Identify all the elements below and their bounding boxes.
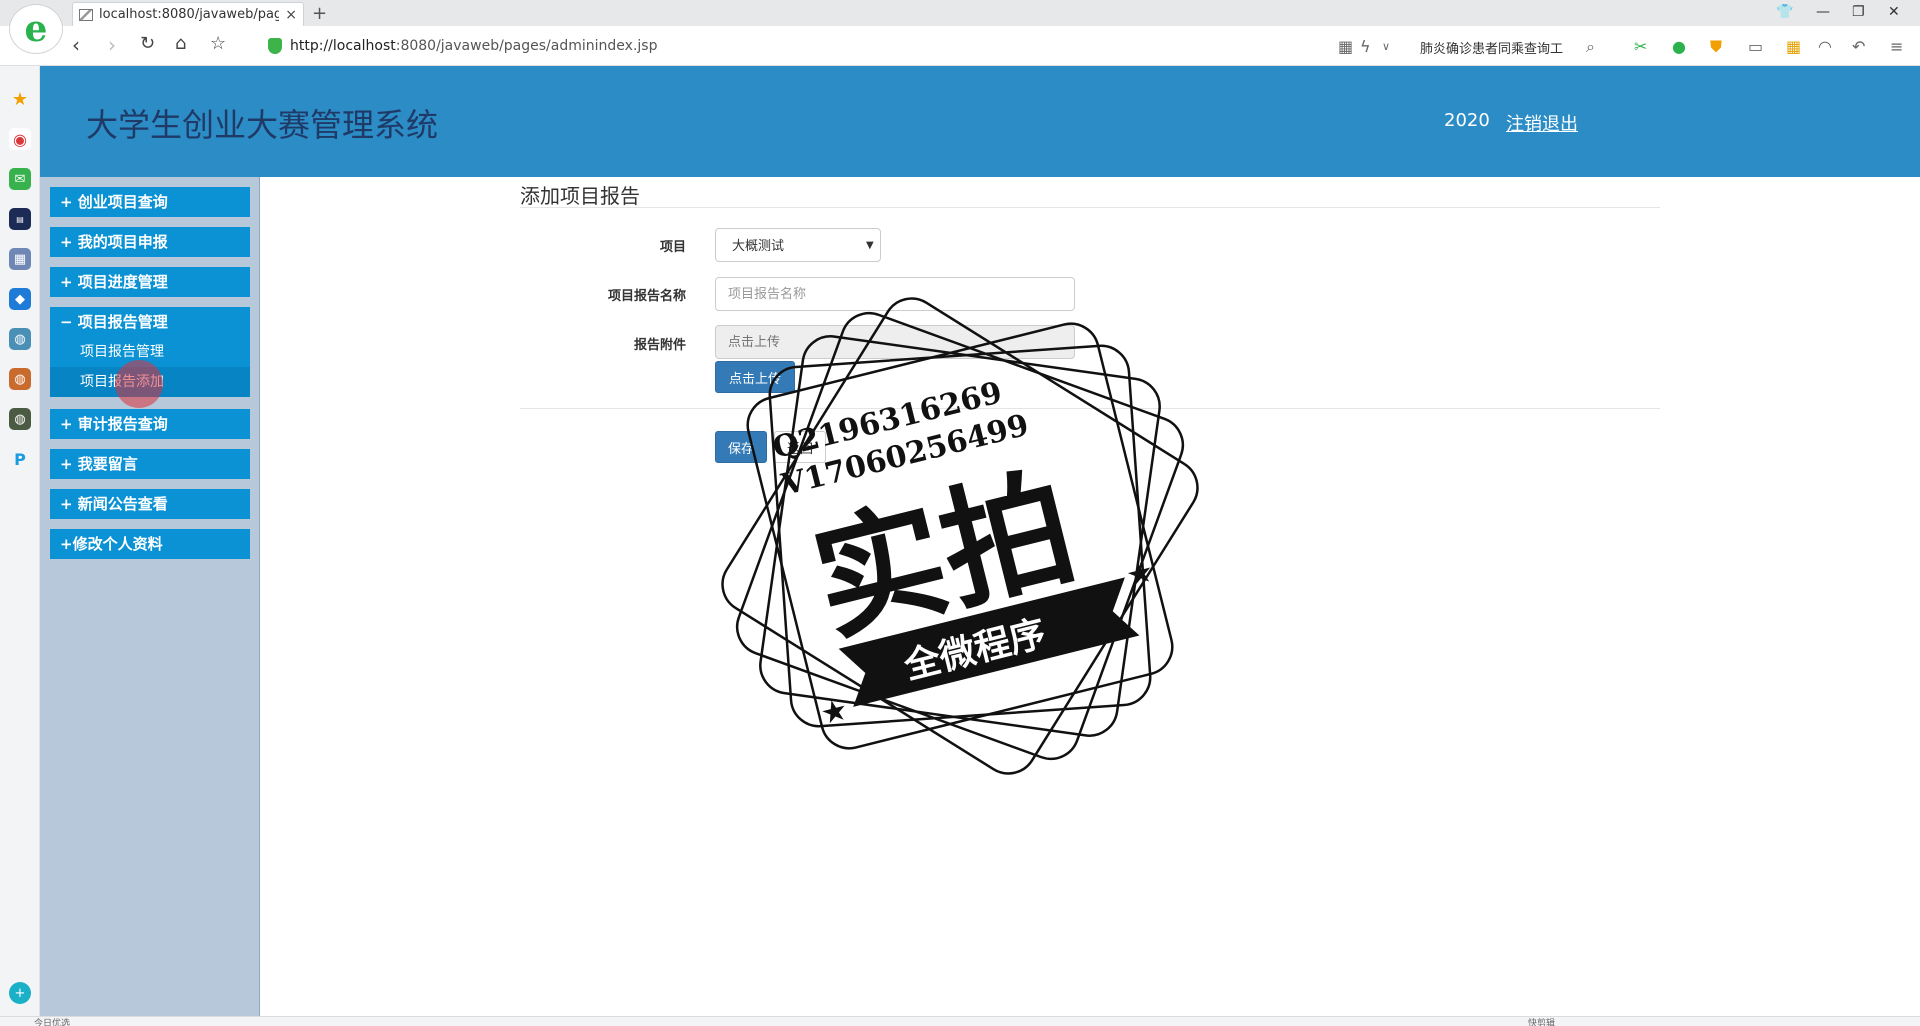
- project-select[interactable]: 大概测试: [715, 228, 881, 262]
- news-app-icon[interactable]: ▤: [9, 208, 31, 230]
- browser-sidebar-dock: ★ ◉ ✉ ▤ ▦ ◆ ◍ ◍ ◍ P +: [0, 66, 40, 1026]
- menu-group-message[interactable]: + 我要留言: [50, 449, 250, 479]
- close-tab-icon[interactable]: ×: [285, 7, 297, 23]
- apps-icon[interactable]: ▦: [1786, 37, 1801, 56]
- main-content: 添加项目报告 项目 大概测试 ▼ 项目报告名称 报告附件 点击上传 保存 返回: [261, 177, 1920, 1016]
- secure-shield-icon: [268, 38, 282, 54]
- attachment-label: 报告附件: [633, 338, 686, 353]
- upload-button[interactable]: 点击上传: [715, 361, 795, 393]
- favorites-star-icon[interactable]: ★: [9, 88, 31, 110]
- menu-head[interactable]: + 新闻公告查看: [50, 489, 250, 519]
- navigation-bar: ‹ › ↻ ⌂ ☆ http://localhost:8080/javaweb/…: [0, 26, 1920, 66]
- screenshot-icon[interactable]: ▭: [1748, 37, 1763, 56]
- menu-head[interactable]: + 我要留言: [50, 449, 250, 479]
- game-icon-3[interactable]: ◍: [9, 408, 31, 430]
- url-path: :8080/javaweb/pages/adminindex.jsp: [395, 38, 658, 54]
- logout-link[interactable]: 注销退出: [1506, 110, 1578, 136]
- menu-group-profile[interactable]: +修改个人资料: [50, 529, 250, 559]
- chat-icon[interactable]: ◆: [9, 288, 31, 310]
- browser-tab[interactable]: localhost:8080/javaweb/page ×: [72, 2, 304, 26]
- menu-group-audit[interactable]: + 审计报告查询: [50, 409, 250, 439]
- sidebar: + 创业项目查询 + 我的项目申报 + 项目进度管理 − 项目报告管理 项目报告…: [40, 177, 260, 1016]
- url-host: http://localhost: [290, 38, 396, 54]
- form-title: 添加项目报告: [520, 184, 640, 208]
- refresh-icon[interactable]: ↻: [140, 35, 155, 53]
- browser-logo-icon[interactable]: e: [10, 5, 62, 53]
- restore-icon[interactable]: ❐: [1852, 4, 1865, 20]
- divider: [520, 408, 1660, 409]
- project-label: 项目: [659, 240, 686, 255]
- bookmark-star-icon[interactable]: ☆: [210, 35, 226, 53]
- menu-group-news[interactable]: + 新闻公告查看: [50, 489, 250, 519]
- document-icon[interactable]: ▦: [9, 248, 31, 270]
- status-right-text: 快剪辑: [1528, 1019, 1556, 1026]
- add-app-icon[interactable]: +: [9, 982, 31, 1004]
- weibo-icon[interactable]: ◉: [9, 128, 31, 150]
- minimize-icon[interactable]: —: [1816, 4, 1830, 20]
- browser-tab-strip: localhost:8080/javaweb/page × + 👕 — ❐ ✕: [0, 0, 1920, 26]
- save-button[interactable]: 保存: [715, 431, 767, 463]
- game-icon-2[interactable]: ◍: [9, 368, 31, 390]
- menu-head[interactable]: − 项目报告管理: [50, 307, 250, 337]
- game-icon-1[interactable]: ◍: [9, 328, 31, 350]
- menu-group-my-application[interactable]: + 我的项目申报: [50, 227, 250, 257]
- menu-head[interactable]: + 创业项目查询: [50, 187, 250, 217]
- home-icon[interactable]: ⌂: [175, 35, 186, 53]
- new-tab-button[interactable]: +: [312, 3, 327, 24]
- cursor-highlight: [115, 360, 163, 408]
- undo-icon[interactable]: ↶: [1852, 37, 1865, 56]
- close-window-icon[interactable]: ✕: [1888, 4, 1900, 20]
- back-icon[interactable]: ‹: [72, 35, 80, 55]
- status-bar: 今日优选 快剪辑: [0, 1016, 1920, 1026]
- lightning-icon[interactable]: ϟ: [1360, 37, 1371, 56]
- back-button[interactable]: 返回: [774, 431, 826, 463]
- mail-icon[interactable]: ✉: [9, 168, 31, 190]
- qr-code-icon[interactable]: ▦: [1338, 37, 1353, 56]
- menu-head[interactable]: +修改个人资料: [50, 529, 250, 559]
- report-name-input[interactable]: [715, 277, 1075, 311]
- skin-icon[interactable]: 👕: [1776, 4, 1793, 20]
- divider: [520, 207, 1660, 208]
- menu-group-project-query[interactable]: + 创业项目查询: [50, 187, 250, 217]
- scissors-icon[interactable]: ✂: [1634, 37, 1647, 56]
- address-bar[interactable]: http://localhost:8080/javaweb/pages/admi…: [290, 38, 657, 54]
- pay-icon[interactable]: P: [9, 448, 31, 470]
- search-box[interactable]: 肺炎确诊患者同乘查询工: [1420, 38, 1563, 57]
- report-name-label: 项目报告名称: [607, 289, 686, 304]
- headphones-icon[interactable]: ◠: [1818, 37, 1832, 56]
- app-header: 大学生创业大赛管理系统 2020 注销退出: [40, 66, 1920, 177]
- browser-logo-letter: e: [24, 8, 48, 50]
- status-left-text: 今日优选: [34, 1019, 71, 1026]
- menu-icon[interactable]: ≡: [1890, 37, 1903, 56]
- page-favicon-icon: [79, 8, 93, 21]
- translate-icon[interactable]: ●: [1672, 37, 1686, 56]
- tab-title: localhost:8080/javaweb/page: [99, 7, 280, 22]
- menu-group-progress[interactable]: + 项目进度管理: [50, 267, 250, 297]
- shield-icon[interactable]: ⛊: [1710, 37, 1722, 57]
- header-year: 2020: [1444, 110, 1490, 131]
- page-title: 大学生创业大赛管理系统: [86, 106, 439, 144]
- menu-head[interactable]: + 我的项目申报: [50, 227, 250, 257]
- search-icon[interactable]: ⌕: [1586, 37, 1595, 57]
- menu-head[interactable]: + 项目进度管理: [50, 267, 250, 297]
- chevron-down-icon[interactable]: ∨: [1382, 40, 1390, 53]
- attachment-input[interactable]: [715, 325, 1075, 359]
- menu-head[interactable]: + 审计报告查询: [50, 409, 250, 439]
- forward-icon[interactable]: ›: [108, 35, 116, 55]
